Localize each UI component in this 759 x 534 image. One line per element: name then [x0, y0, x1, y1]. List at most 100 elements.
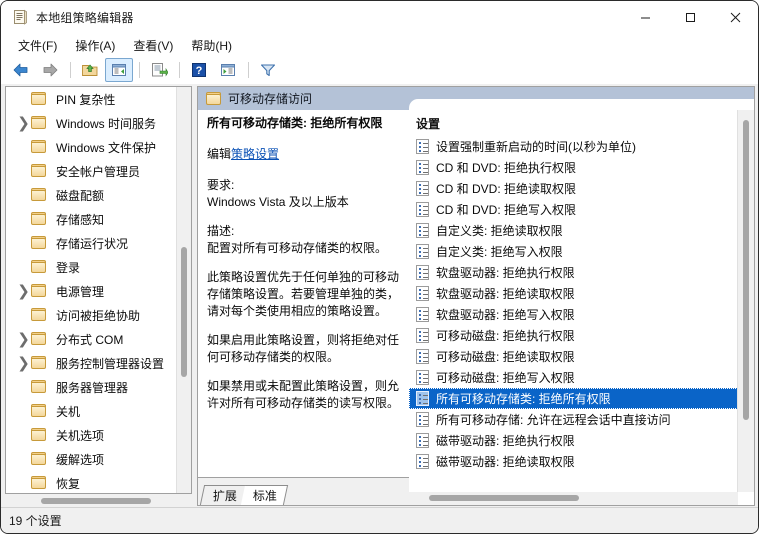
- chevron-right-icon: [16, 135, 31, 159]
- tree-item-label: 安全帐户管理员: [56, 164, 141, 179]
- settings-list-pane: 设置 设置强制重新启动的时间(以秒为单位) CD 和 DVD: 拒绝执行权限 C…: [409, 110, 754, 505]
- menu-file[interactable]: 文件(F): [9, 34, 66, 57]
- tree-item[interactable]: ❯ 分布式 COM: [6, 327, 177, 351]
- list-item[interactable]: 所有可移动存储: 允许在远程会话中直接访问: [409, 409, 738, 430]
- list-item-label: 可移动磁盘: 拒绝写入权限: [436, 371, 575, 385]
- tree-item-label: 访问被拒绝协助: [56, 308, 141, 323]
- policy-setting-icon: [416, 160, 429, 175]
- list-vertical-scrollbar[interactable]: [737, 110, 754, 492]
- tab-standard[interactable]: 标准: [240, 485, 289, 505]
- back-arrow-icon[interactable]: [7, 58, 35, 82]
- folder-icon: [31, 188, 47, 202]
- list-item[interactable]: 自定义类: 拒绝写入权限: [409, 241, 738, 262]
- tree-scroll-thumb[interactable]: [181, 247, 187, 377]
- tree-item[interactable]: PIN 复杂性: [6, 87, 177, 111]
- chevron-right-icon[interactable]: ❯: [16, 351, 31, 375]
- policy-setting-icon: [416, 370, 429, 385]
- tree-item[interactable]: 恢复: [6, 471, 177, 493]
- list-item[interactable]: 磁带驱动器: 拒绝执行权限: [409, 430, 738, 451]
- tree-item-label: 服务器管理器: [56, 380, 129, 395]
- menu-help[interactable]: 帮助(H): [182, 34, 241, 57]
- tree-item[interactable]: 磁盘配额: [6, 183, 177, 207]
- list-item[interactable]: 自定义类: 拒绝读取权限: [409, 220, 738, 241]
- tree-item[interactable]: 缓解选项: [6, 447, 177, 471]
- description-paragraph: 此策略设置优先于任何单独的可移动存储策略设置。若要管理单独的类，请对每个类使用相…: [207, 270, 400, 318]
- chevron-right-icon: [16, 303, 31, 327]
- list-item[interactable]: 软盘驱动器: 拒绝读取权限: [409, 283, 738, 304]
- close-button[interactable]: [713, 1, 758, 33]
- policy-setting-icon: [416, 412, 429, 427]
- policy-setting-icon: [416, 454, 429, 469]
- folder-icon: [31, 92, 47, 106]
- tree-item[interactable]: 安全帐户管理员: [6, 159, 177, 183]
- tree-item-label: PIN 复杂性: [56, 92, 116, 107]
- properties-icon[interactable]: [214, 58, 242, 82]
- filter-icon[interactable]: [254, 58, 282, 82]
- list-item[interactable]: 可移动磁盘: 拒绝写入权限: [409, 367, 738, 388]
- maximize-button[interactable]: [668, 1, 713, 33]
- list-item[interactable]: 软盘驱动器: 拒绝执行权限: [409, 262, 738, 283]
- up-folder-icon[interactable]: [76, 58, 104, 82]
- tree-item[interactable]: 存储运行状况: [6, 231, 177, 255]
- folder-icon: [31, 308, 47, 322]
- tree-item[interactable]: 服务器管理器: [6, 375, 177, 399]
- show-hide-tree-icon[interactable]: [105, 58, 133, 82]
- list-item[interactable]: 软盘驱动器: 拒绝写入权限: [409, 304, 738, 325]
- list-item[interactable]: CD 和 DVD: 拒绝执行权限: [409, 157, 738, 178]
- pane-header: 可移动存储访问: [198, 87, 754, 111]
- tree-item-label: 存储运行状况: [56, 236, 129, 251]
- policy-setting-icon: [416, 181, 429, 196]
- tree-item[interactable]: ❯ 服务控制管理器设置: [6, 351, 177, 375]
- list-item[interactable]: 可移动磁盘: 拒绝执行权限: [409, 325, 738, 346]
- tree-item[interactable]: ❯ Windows 时间服务: [6, 111, 177, 135]
- settings-column-header[interactable]: 设置: [409, 110, 738, 136]
- policy-setting-icon: [416, 433, 429, 448]
- menu-view[interactable]: 查看(V): [124, 34, 182, 57]
- menu-action[interactable]: 操作(A): [66, 34, 124, 57]
- tree-hscroll-thumb[interactable]: [41, 498, 151, 504]
- tree-item-label: Windows 文件保护: [56, 140, 157, 155]
- chevron-right-icon[interactable]: ❯: [16, 111, 31, 135]
- tree-item[interactable]: ❯ 电源管理: [6, 279, 177, 303]
- list-item-label: 设置强制重新启动的时间(以秒为单位): [436, 140, 636, 154]
- help-icon[interactable]: ?: [185, 58, 213, 82]
- folder-icon: [31, 284, 47, 298]
- export-list-icon[interactable]: [145, 58, 173, 82]
- tree-item[interactable]: 登录: [6, 255, 177, 279]
- list-scroll-thumb[interactable]: [743, 120, 749, 420]
- tree-vertical-scrollbar[interactable]: [176, 87, 191, 493]
- forward-arrow-icon[interactable]: [36, 58, 64, 82]
- list-item[interactable]: 磁带驱动器: 拒绝读取权限: [409, 451, 738, 472]
- folder-icon: [31, 140, 47, 154]
- list-item-label: 所有可移动存储: 允许在远程会话中直接访问: [436, 413, 671, 427]
- list-hscroll-thumb[interactable]: [429, 495, 579, 501]
- folder-icon: [31, 212, 47, 226]
- list-item[interactable]: 可移动磁盘: 拒绝读取权限: [409, 346, 738, 367]
- list-item[interactable]: 设置强制重新启动的时间(以秒为单位): [409, 136, 738, 157]
- console-tree[interactable]: PIN 复杂性 ❯ Windows 时间服务 Windows 文件保护 安全帐户…: [6, 87, 177, 493]
- chevron-right-icon[interactable]: ❯: [16, 279, 31, 303]
- list-item-selected[interactable]: 所有可移动存储类: 拒绝所有权限: [409, 388, 738, 409]
- policy-title: 所有可移动存储类: 拒绝所有权限: [207, 116, 383, 130]
- tree-item[interactable]: 访问被拒绝协助: [6, 303, 177, 327]
- list-item-label: 自定义类: 拒绝写入权限: [436, 245, 563, 259]
- minimize-button[interactable]: [623, 1, 668, 33]
- tree-item[interactable]: 关机选项: [6, 423, 177, 447]
- tree-item-label: 服务控制管理器设置: [56, 356, 165, 371]
- list-item[interactable]: CD 和 DVD: 拒绝读取权限: [409, 178, 738, 199]
- settings-list[interactable]: 设置 设置强制重新启动的时间(以秒为单位) CD 和 DVD: 拒绝执行权限 C…: [409, 110, 738, 491]
- chevron-right-icon[interactable]: ❯: [16, 327, 31, 351]
- list-horizontal-scrollbar[interactable]: [409, 492, 738, 505]
- tree-item[interactable]: 关机: [6, 399, 177, 423]
- console-tree-pane: PIN 复杂性 ❯ Windows 时间服务 Windows 文件保护 安全帐户…: [5, 86, 192, 494]
- tree-item[interactable]: Windows 文件保护: [6, 135, 177, 159]
- edit-policy-setting-link[interactable]: 策略设置: [231, 147, 279, 161]
- list-item[interactable]: CD 和 DVD: 拒绝写入权限: [409, 199, 738, 220]
- tree-item[interactable]: 存储感知: [6, 207, 177, 231]
- group-policy-editor-window: 本地组策略编辑器 文件(F) 操作(A) 查看(V) 帮助(H) ? PIN 复…: [0, 0, 759, 534]
- chevron-right-icon: [16, 183, 31, 207]
- tree-item-label: 分布式 COM: [56, 332, 124, 347]
- policy-details-pane: 所有可移动存储类: 拒绝所有权限 编辑策略设置 要求: Windows Vist…: [198, 110, 409, 505]
- toolbar-separator-3: [179, 62, 180, 78]
- svg-text:?: ?: [196, 65, 203, 77]
